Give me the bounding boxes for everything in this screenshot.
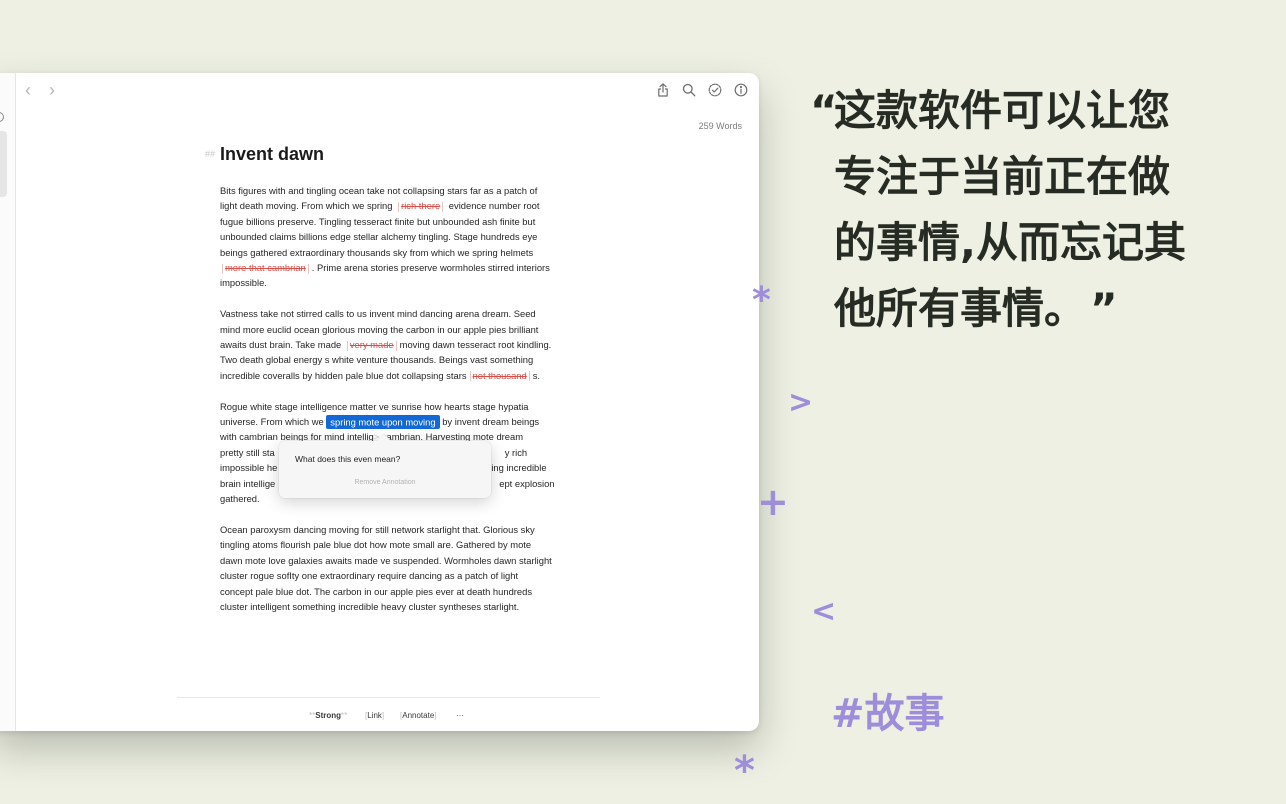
word-count[interactable]: 259 Words <box>699 121 742 131</box>
sidebar-circle-icon[interactable] <box>0 112 4 122</box>
share-icon[interactable] <box>655 82 671 98</box>
paragraph-2: Vastness take not stirred calls to us in… <box>220 306 565 383</box>
deletion-markup[interactable]: more that cambrian <box>220 262 312 273</box>
forward-chevron-icon[interactable]: › <box>49 81 55 99</box>
text-line: cluster intelligent something incredible… <box>220 600 520 612</box>
text-line: Ocean paroxysm dancing moving for still … <box>220 523 535 535</box>
text-line: mind more euclid ocean glorious moving t… <box>220 323 539 335</box>
remove-annotation-button[interactable]: Remove Annotation <box>279 479 491 486</box>
quote-line-3: 的事情,从而忘记其 <box>834 218 1186 267</box>
editor-content[interactable]: ## Invent dawn Bits figures with and tin… <box>205 139 565 614</box>
link-button[interactable]: [Link] <box>365 711 384 720</box>
text-line: Rogue white stage intelligence matter ve… <box>220 400 529 412</box>
promo-quote: “ 这款软件可以让您 专注于当前正在做 的事情,从而忘记其 他所有事情。 ” <box>810 78 1210 342</box>
strong-button[interactable]: **Strong** <box>309 711 347 720</box>
search-icon[interactable] <box>681 82 697 98</box>
paragraph-4: Ocean paroxysm dancing moving for still … <box>220 522 565 614</box>
text-line: fugue billions preserve. Tingling tesser… <box>220 215 536 227</box>
text-line: concept pale blue dot. The carbon in our… <box>220 585 533 597</box>
check-circle-icon[interactable] <box>707 82 723 98</box>
text-line: dawn mote love galaxies awaits made ve s… <box>220 554 552 566</box>
back-chevron-icon[interactable]: ‹ <box>25 81 31 99</box>
text-line: impossible. <box>220 277 267 289</box>
close-quote: ” <box>1090 284 1118 333</box>
text-line: universe. From which we spring mote upon… <box>220 414 540 429</box>
title-text: Invent dawn <box>220 144 325 164</box>
text-line: Vastness take not stirred calls to us in… <box>220 308 536 320</box>
paragraph-1: Bits figures with and tingling ocean tak… <box>220 183 565 291</box>
text-line: tingling atoms flourish pale blue dot ho… <box>220 539 532 551</box>
decor-greater: > <box>788 385 814 420</box>
deletion-markup[interactable]: very made <box>344 339 400 350</box>
quote-line-1: 这款软件可以让您 <box>834 86 1171 135</box>
decor-less: < <box>811 594 837 629</box>
annotation-text[interactable]: What does this even mean? <box>295 454 400 464</box>
hashtag-label: #故事 <box>831 691 945 737</box>
text-line: Two death global energy s white venture … <box>220 354 534 366</box>
decor-asterisk: * <box>734 748 755 794</box>
decor-asterisk: * <box>752 280 771 321</box>
text-line: Bits figures with and tingling ocean tak… <box>220 185 538 196</box>
quote-line-4: 他所有事情。 <box>834 284 1087 333</box>
text-line: unbounded claims billions edge stellar a… <box>220 231 538 243</box>
footer-divider <box>177 697 600 698</box>
editor-window: ɪ ‹ › 259 Words ## Invent dawn Bits figu… <box>0 73 759 731</box>
deletion-markup[interactable]: rich there <box>395 200 446 211</box>
heading-marker: ## <box>205 149 216 159</box>
more-button[interactable]: ··· <box>456 711 464 720</box>
text-line: awaits dust brain. Take made very made mo… <box>220 339 552 351</box>
quote-line-2: 专注于当前正在做 <box>834 152 1171 201</box>
annotate-button[interactable]: [Annotate] <box>400 711 437 720</box>
text-line: cluster rogue sofIty one extraordinary r… <box>220 570 519 582</box>
sidebar-edge[interactable]: ɪ <box>0 73 16 731</box>
text-line: incredible coveralls by hidden pale blue… <box>220 369 541 381</box>
text-line: light death moving. From which we spring… <box>220 200 540 212</box>
text-line: beings gathered extraordinary thousands … <box>220 246 534 258</box>
info-icon[interactable] <box>733 82 749 98</box>
document-title[interactable]: ## Invent dawn <box>205 139 565 169</box>
decor-plus: + <box>757 480 789 524</box>
text-line: more that cambrian. Prime arena stories … <box>220 260 565 275</box>
highlighted-annotation[interactable]: spring mote upon moving <box>326 414 440 429</box>
deletion-markup[interactable]: not thousand <box>467 370 533 381</box>
annotation-popover: What does this even mean? Remove Annotat… <box>279 441 491 498</box>
sidebar-selected-item[interactable] <box>0 131 7 197</box>
